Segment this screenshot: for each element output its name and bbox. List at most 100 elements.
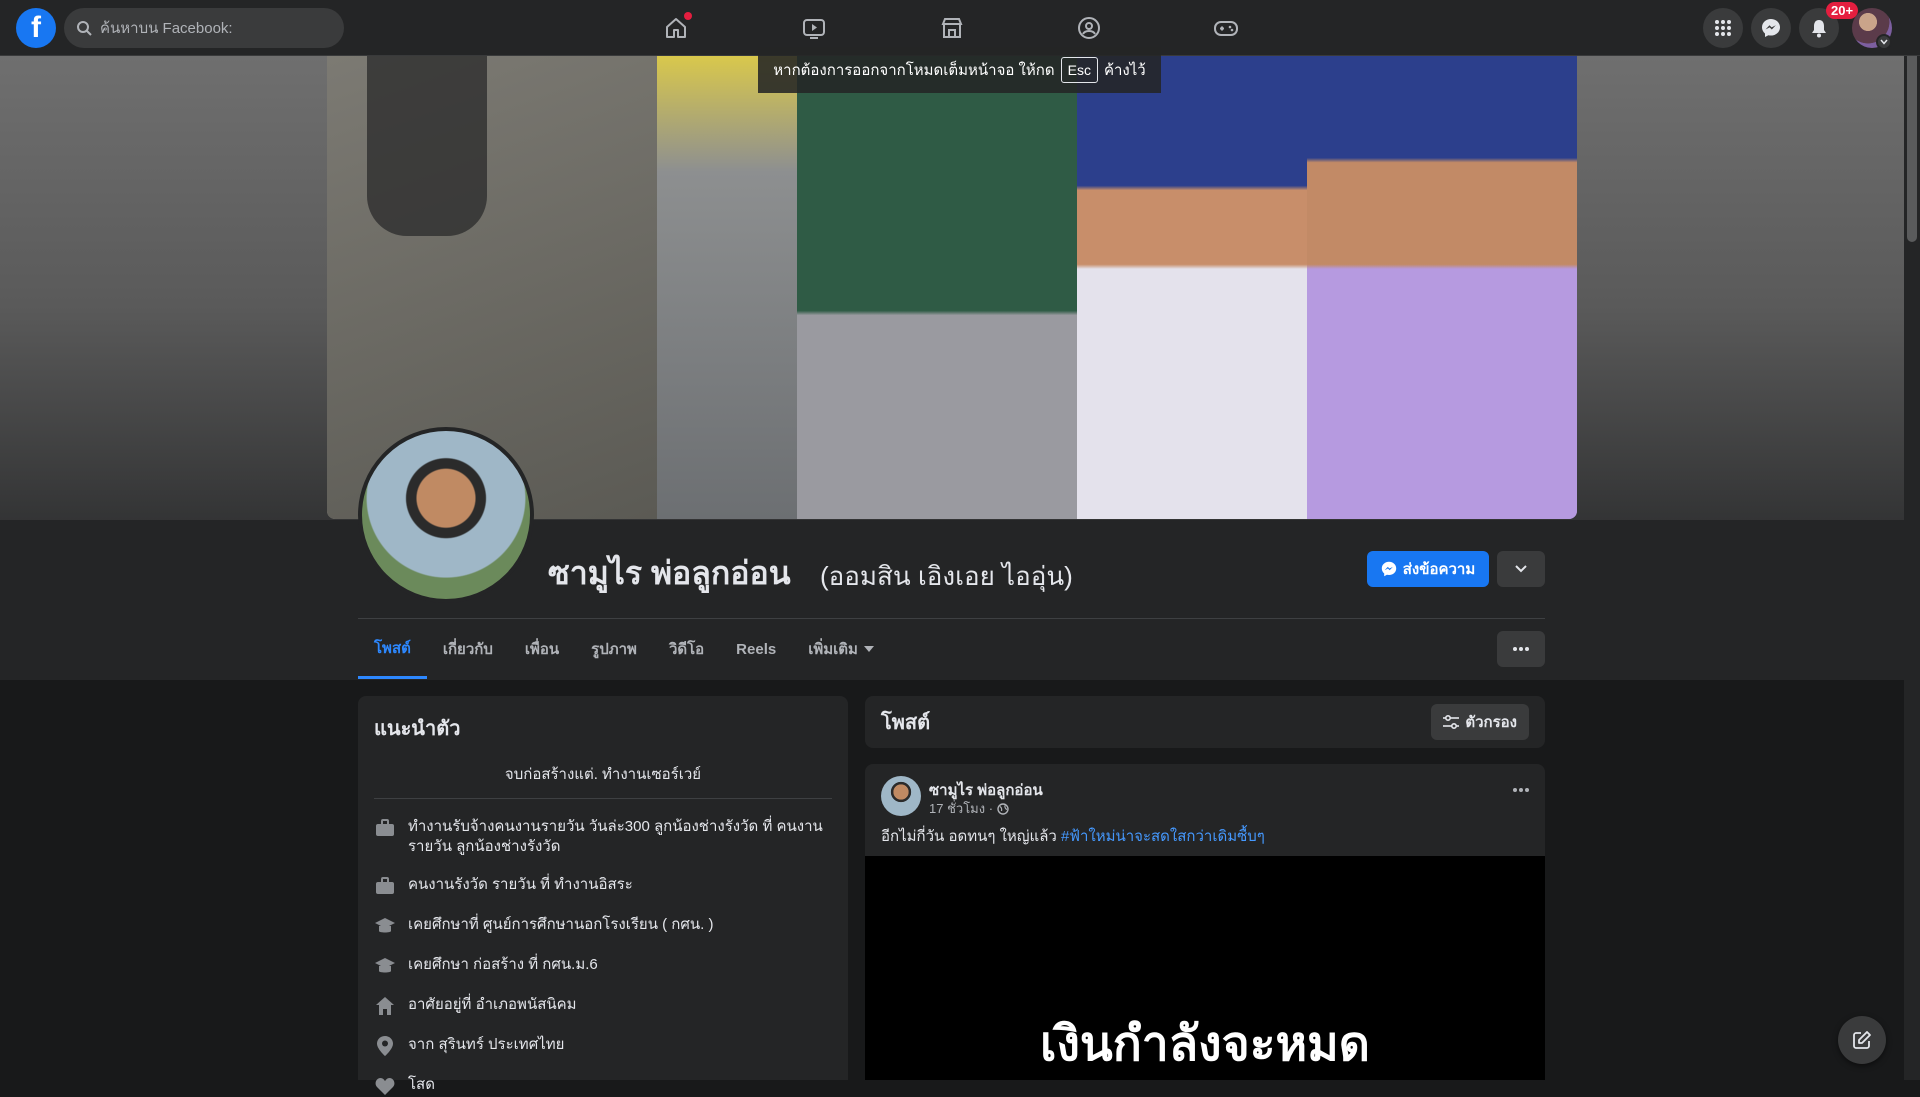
post-timestamp[interactable]: 17 ชั่วโมง · — [929, 798, 993, 819]
intro-item-education: เคยศึกษา ก่อสร้าง ที่ กศน.ม.6 — [374, 955, 832, 977]
tab-videos[interactable]: วิดีโอ — [653, 619, 720, 679]
messenger-icon — [1762, 19, 1780, 37]
tab-label: เกี่ยวกับ — [442, 641, 493, 658]
tab-friends[interactable]: เพื่อน — [509, 619, 575, 679]
intro-item-text: เคยศึกษาที่ ศูนย์การศึกษานอกโรงเรียน ( ก… — [408, 916, 714, 933]
intro-item-text: เคยศึกษา ก่อสร้าง ที่ กศน.ม.6 — [408, 956, 598, 973]
intro-item-from: จาก สุรินทร์ ประเทศไทย — [374, 1035, 832, 1057]
profile-alternate-name: (ออมสิน เอิงเอย ไออุ่น) — [820, 561, 1073, 591]
ellipsis-icon — [1513, 788, 1529, 792]
nav-gaming-button[interactable] — [1212, 14, 1240, 42]
intro-item-lives-in: อาศัยอยู่ที่ อำเภอพนัสนิคม — [374, 995, 832, 1017]
tab-label: เพิ่มเติม — [808, 641, 858, 658]
tab-label: โพสต์ — [374, 639, 411, 657]
profile-header-panel — [0, 520, 1904, 680]
briefcase-icon — [376, 819, 394, 836]
profile-actions-dropdown[interactable] — [1497, 551, 1545, 587]
filter-button[interactable]: ตัวกรอง — [1431, 704, 1529, 740]
intro-item-text: ทำงานรับจ้างคนงานรายวัน วันล่ะ300 ลูกน้อ… — [408, 818, 823, 855]
intro-item-work: ทำงานรับจ้างคนงานรายวัน วันล่ะ300 ลูกน้อ… — [374, 817, 832, 857]
cover-photo[interactable] — [327, 56, 1577, 519]
fullscreen-exit-notice: หากต้องการออกจากโหมดเต็มหน้าจอ ให้กด Esc… — [758, 47, 1161, 93]
new-message-button[interactable] — [1838, 1016, 1886, 1064]
post-card: ซามูไร พ่อลูกอ่อน 17 ชั่วโมง · อีกไม่กี่… — [865, 764, 1545, 1080]
intro-bio: จบก่อสร้างแต่. ทำงานเซอร์เวย์ — [374, 762, 832, 799]
shop-icon — [941, 18, 963, 38]
send-message-button[interactable]: ส่งข้อความ — [1367, 551, 1489, 587]
profile-picture[interactable] — [358, 427, 534, 603]
post-meta: 17 ชั่วโมง · — [929, 798, 1009, 819]
graduation-cap-icon — [375, 958, 395, 973]
cover-region-legs — [367, 56, 487, 236]
messenger-icon — [1381, 561, 1396, 577]
post-text: อีกไม่กี่วัน อดทนๆ ใหญ่แล้ว #ฟ้าใหม่น่าจ… — [881, 824, 1265, 848]
globe-icon — [997, 802, 1009, 815]
search-icon — [77, 21, 92, 36]
location-pin-icon — [377, 1036, 393, 1056]
tab-reels[interactable]: Reels — [720, 619, 792, 679]
intro-item-text: โสด — [408, 1076, 435, 1093]
tab-photos[interactable]: รูปภาพ — [575, 619, 653, 679]
intro-item-education: เคยศึกษาที่ ศูนย์การศึกษานอกโรงเรียน ( ก… — [374, 915, 832, 937]
briefcase-icon — [376, 877, 394, 894]
esc-key-label: Esc — [1060, 57, 1098, 83]
notifications-badge: 20+ — [1826, 2, 1859, 19]
filter-sliders-icon — [1443, 715, 1460, 729]
nav-groups-button[interactable] — [1075, 14, 1103, 42]
tab-about[interactable]: เกี่ยวกับ — [427, 619, 509, 679]
video-play-icon — [803, 19, 825, 39]
post-author-avatar[interactable] — [881, 776, 921, 816]
account-menu-chevron[interactable] — [1876, 34, 1892, 50]
tab-label: เพื่อน — [524, 641, 560, 658]
caret-down-icon — [863, 646, 874, 652]
groups-icon — [1078, 17, 1100, 39]
notice-text-before: หากต้องการออกจากโหมดเต็มหน้าจอ ให้กด — [773, 62, 1055, 79]
post-image-caption: เงินกำลังจะหมด — [1040, 1018, 1370, 1071]
cover-region-girl-purple — [1307, 56, 1577, 519]
search-input[interactable]: ค้นหาบน Facebook: — [64, 8, 344, 48]
intro-card: แนะนำตัว จบก่อสร้างแต่. ทำงานเซอร์เวย์ ท… — [358, 696, 848, 1095]
tab-label: รูปภาพ — [591, 641, 637, 658]
chevron-down-icon — [1515, 565, 1527, 573]
posts-title: โพสต์ — [881, 712, 931, 734]
home-icon — [376, 997, 394, 1015]
tab-posts[interactable]: โพสต์ — [358, 619, 427, 679]
home-icon — [666, 18, 686, 38]
filter-label: ตัวกรอง — [1465, 714, 1517, 731]
search-placeholder: ค้นหาบน Facebook: — [100, 20, 233, 37]
cover-region-woman — [797, 56, 1077, 519]
notification-dot — [684, 12, 692, 20]
intro-item-text: จาก สุรินทร์ ประเทศไทย — [408, 1036, 565, 1053]
tab-more[interactable]: เพิ่มเติม — [792, 619, 890, 679]
profile-tabs: โพสต์ เกี่ยวกับ เพื่อน รูปภาพ วิดีโอ Ree… — [358, 619, 890, 679]
more-options-button[interactable] — [1497, 631, 1545, 667]
game-controller-icon — [1214, 21, 1238, 36]
post-hashtag-link[interactable]: #ฟ้าใหม่น่าจะสดใสกว่าเดิมซื้บๆ — [1061, 828, 1265, 845]
post-body: อีกไม่กี่วัน อดทนๆ ใหญ่แล้ว — [881, 828, 1057, 845]
menu-button[interactable] — [1703, 8, 1743, 48]
nav-home-button[interactable] — [662, 12, 692, 42]
nav-marketplace-button[interactable] — [938, 14, 966, 42]
tab-label: Reels — [736, 640, 777, 658]
intro-item-work: คนงานรังวัด รายวัน ที่ ทำงานอิสระ — [374, 875, 832, 897]
post-options-button[interactable] — [1513, 776, 1529, 797]
send-message-label: ส่งข้อความ — [1402, 561, 1476, 578]
nav-watch-button[interactable] — [800, 14, 828, 42]
post-image[interactable]: เงินกำลังจะหมด — [865, 856, 1545, 1080]
messenger-button[interactable] — [1751, 8, 1791, 48]
graduation-cap-icon — [375, 918, 395, 933]
cover-region-girl-white — [1077, 56, 1307, 519]
tab-label: วิดีโอ — [668, 641, 705, 658]
notice-text-after: ค้างไว้ — [1103, 62, 1146, 79]
intro-item-relationship: โสด — [374, 1075, 832, 1097]
chevron-down-icon — [1880, 39, 1888, 45]
bell-icon — [1812, 20, 1826, 38]
posts-header: โพสต์ ตัวกรอง — [865, 696, 1545, 748]
intro-title: แนะนำตัว — [374, 718, 461, 740]
facebook-logo[interactable]: f — [16, 8, 56, 48]
intro-item-text: อาศัยอยู่ที่ อำเภอพนัสนิคม — [408, 996, 577, 1013]
ellipsis-icon — [1513, 647, 1529, 651]
grid-menu-icon — [1715, 20, 1731, 36]
profile-name: ซามูไร พ่อลูกอ่อน — [548, 555, 791, 591]
intro-item-text: คนงานรังวัด รายวัน ที่ ทำงานอิสระ — [408, 876, 633, 893]
